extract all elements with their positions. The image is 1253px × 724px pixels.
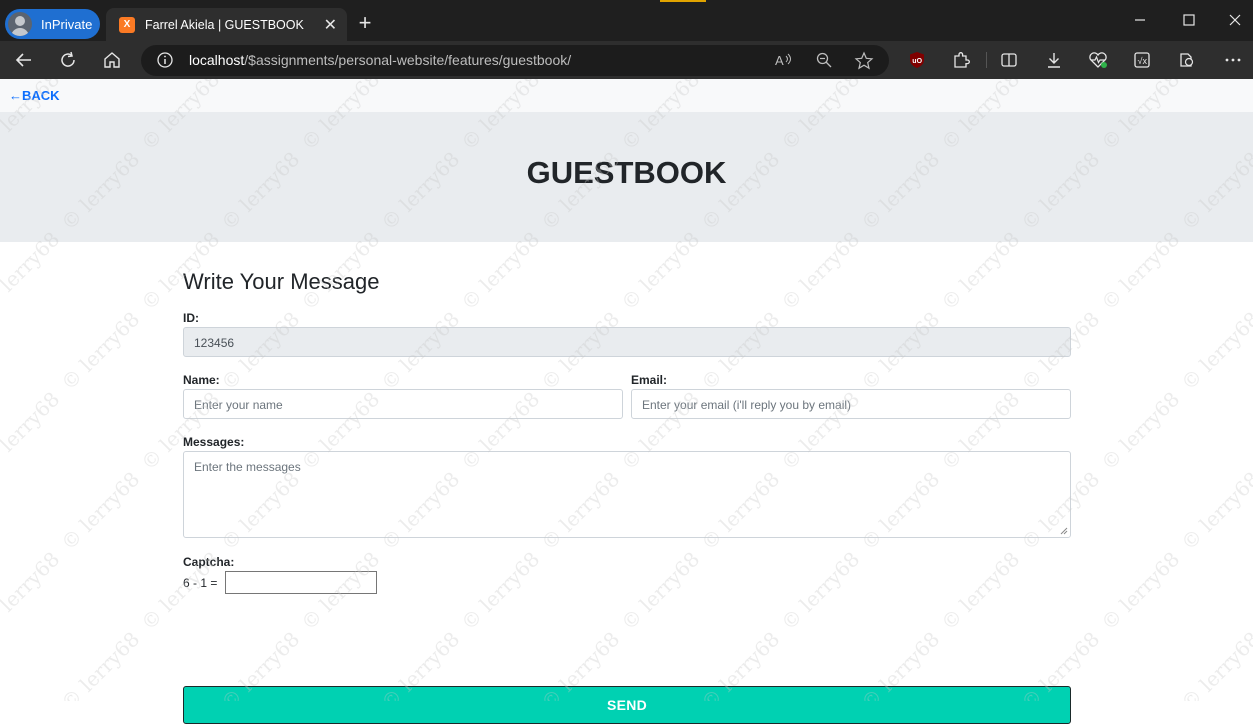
close-window-icon[interactable]: [1227, 12, 1243, 28]
id-label: ID:: [183, 311, 199, 325]
downloads-icon[interactable]: [1043, 49, 1065, 71]
captcha-input[interactable]: [225, 571, 377, 594]
maximize-icon[interactable]: [1181, 12, 1197, 28]
watermark-text: © lerry68: [56, 306, 145, 396]
watermark-text: © lerry68: [1176, 626, 1253, 701]
watermark-text: © lerry68: [936, 546, 1025, 636]
xampp-favicon-icon: X: [119, 16, 135, 33]
watermark-text: © lerry68: [616, 546, 705, 636]
hero-banner: GUESTBOOK: [0, 112, 1253, 242]
address-bar[interactable]: localhost/$assignments/personal-website/…: [141, 45, 889, 76]
extensions-puzzle-icon[interactable]: [950, 49, 972, 71]
watermark-text: © lerry68: [456, 546, 545, 636]
profile-avatar-icon: [8, 12, 32, 36]
guestbook-form: Write Your Message ID: 123456 Name: Ente…: [183, 269, 1071, 724]
watermark-text: © lerry68: [1096, 386, 1185, 476]
back-link[interactable]: ←BACK: [9, 88, 60, 103]
page-title: GUESTBOOK: [526, 155, 727, 190]
messages-label: Messages:: [183, 435, 245, 449]
ublock-origin-icon[interactable]: uO: [906, 49, 928, 71]
watermark-text: © lerry68: [0, 386, 65, 476]
email-input[interactable]: Enter your email (i'll reply you by emai…: [631, 389, 1071, 419]
send-button[interactable]: SEND: [183, 686, 1071, 724]
address-url[interactable]: localhost/$assignments/personal-website/…: [189, 52, 571, 68]
back-bar: ←BACK: [0, 79, 1253, 112]
tab-guestbook[interactable]: X Farrel Akiela | GUESTBOOK ✕: [106, 8, 347, 41]
split-screen-icon[interactable]: [998, 49, 1020, 71]
captcha-label: Captcha:: [183, 555, 235, 569]
tab-close-icon[interactable]: ✕: [324, 15, 337, 35]
name-label: Name:: [183, 373, 220, 387]
tab-title: Farrel Akiela | GUESTBOOK: [145, 17, 304, 32]
zoom-icon[interactable]: [815, 51, 833, 74]
site-info-icon[interactable]: [156, 51, 174, 74]
svg-text:uO: uO: [912, 58, 922, 65]
watermark-text: © lerry68: [1176, 466, 1253, 556]
watermark-text: © lerry68: [56, 626, 145, 701]
inprivate-badge[interactable]: InPrivate: [5, 9, 100, 39]
address-path: /$assignments/personal-website/features/…: [244, 52, 572, 68]
email-label: Email:: [631, 373, 668, 387]
watermark-text: © lerry68: [776, 546, 865, 636]
read-aloud-icon[interactable]: A: [774, 51, 794, 74]
inprivate-label: InPrivate: [41, 16, 93, 32]
name-input[interactable]: Enter your name: [183, 389, 623, 419]
more-options-icon[interactable]: [1222, 49, 1244, 71]
resize-handle-icon[interactable]: [1060, 527, 1068, 535]
new-tab-icon[interactable]: +: [354, 12, 376, 34]
browser-toolbar: localhost/$assignments/personal-website/…: [0, 41, 1253, 79]
copilot-icon[interactable]: [1175, 49, 1197, 71]
messages-placeholder: Enter the messages: [194, 460, 301, 474]
form-heading: Write Your Message: [183, 269, 380, 294]
id-field: 123456: [183, 327, 1071, 357]
minimize-icon[interactable]: [1132, 12, 1148, 28]
svg-text:A: A: [775, 53, 784, 68]
watermark-text: © lerry68: [56, 466, 145, 556]
svg-text:√x: √x: [1138, 56, 1148, 66]
back-arrow-icon[interactable]: [13, 49, 35, 71]
browser-titlebar: InPrivate X Farrel Akiela | GUESTBOOK ✕ …: [0, 0, 1253, 41]
captcha-question: 6 - 1 =: [183, 576, 218, 590]
math-solver-icon[interactable]: √x: [1131, 49, 1153, 71]
watermark-text: © lerry68: [1176, 306, 1253, 396]
watermark-text: © lerry68: [1096, 546, 1185, 636]
favorite-star-icon[interactable]: [854, 51, 874, 76]
address-host: localhost: [189, 52, 245, 68]
home-icon[interactable]: [101, 49, 123, 71]
watermark-text: © lerry68: [0, 546, 65, 636]
page-viewport: ←BACK GUESTBOOK Write Your Message ID: 1…: [0, 79, 1253, 724]
loading-indicator: [660, 0, 706, 2]
refresh-icon[interactable]: [57, 49, 79, 71]
messages-textarea[interactable]: Enter the messages: [183, 451, 1071, 538]
browser-essentials-icon[interactable]: [1087, 49, 1109, 71]
toolbar-separator: [986, 52, 987, 68]
